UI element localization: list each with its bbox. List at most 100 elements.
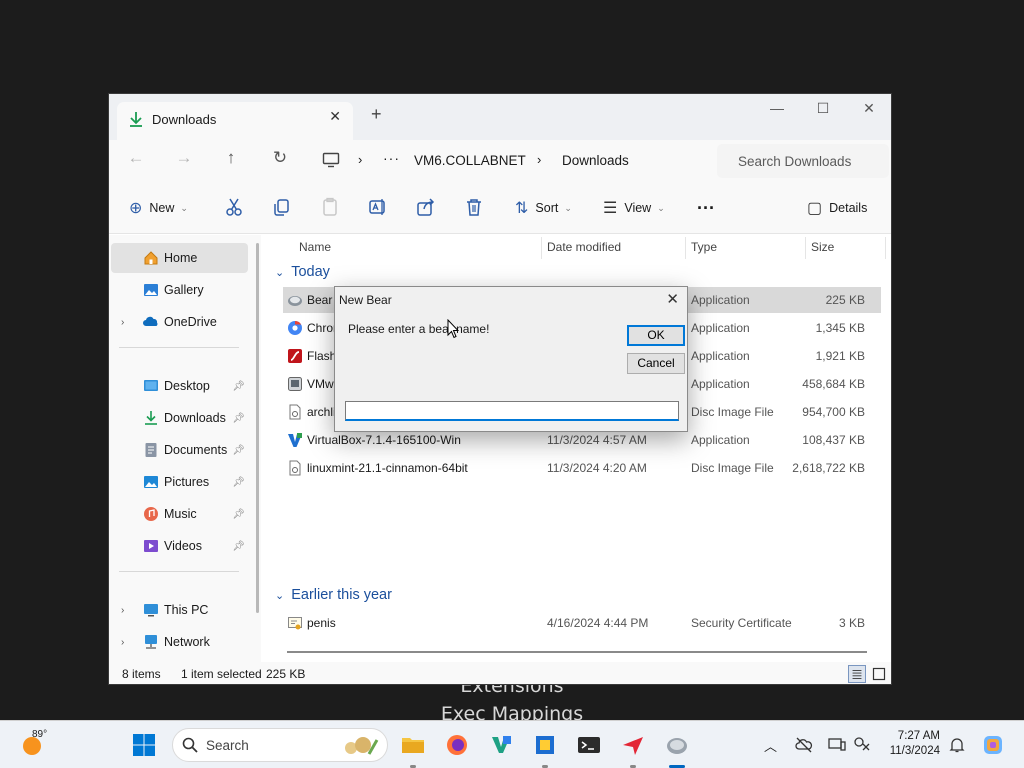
notification-bell-icon[interactable] <box>948 736 966 754</box>
tiles-view-icon[interactable] <box>870 665 888 683</box>
close-window-button[interactable]: ✕ <box>847 100 891 126</box>
copilot-icon[interactable] <box>982 734 1004 756</box>
display-icon[interactable] <box>828 736 846 754</box>
column-divider[interactable] <box>685 237 686 259</box>
sidebar-item-home[interactable]: Home <box>111 243 248 273</box>
terminal-icon[interactable] <box>577 733 601 757</box>
taskbar-search-box[interactable]: Search <box>172 728 388 762</box>
visual-studio-code-icon[interactable] <box>489 733 513 757</box>
sidebar-item-desktop[interactable]: Desktop 📌︎ <box>111 371 248 401</box>
file-type: Disc Image File <box>691 461 774 475</box>
sidebar-item-pictures[interactable]: Pictures 📌︎ <box>111 467 248 497</box>
sidebar-item-music[interactable]: Music 📌︎ <box>111 499 248 529</box>
sidebar-item-network[interactable]: › Network <box>111 627 248 657</box>
column-divider[interactable] <box>805 237 806 259</box>
computer-icon[interactable] <box>322 152 340 168</box>
chevron-right-icon[interactable]: › <box>121 605 124 616</box>
breadcrumb-vm6-collabnet[interactable]: VM6.COLLABNET <box>414 153 526 168</box>
sidebar-item-downloads[interactable]: Downloads 📌︎ <box>111 403 248 433</box>
more-options-button[interactable]: ··· <box>697 197 715 219</box>
certificate-icon <box>288 617 302 630</box>
group-header-today[interactable]: ⌄ Today <box>275 264 330 280</box>
file-row[interactable]: linuxmint-21.1-cinnamon-64bit 11/3/2024 4… <box>283 455 881 481</box>
windows-start-icon[interactable] <box>132 733 156 757</box>
sort-button[interactable]: ⇅ Sort ⌄ <box>515 197 572 219</box>
sidebar-label: Network <box>164 635 210 649</box>
back-arrow-icon[interactable]: ← <box>121 148 151 174</box>
plus-circle-icon: ⊕ <box>129 200 143 217</box>
bear-red-app-icon[interactable] <box>621 733 645 757</box>
file-explorer-taskbar-icon[interactable] <box>401 733 425 757</box>
file-size: 1,921 KB <box>815 349 865 363</box>
column-divider[interactable] <box>885 237 886 259</box>
clock[interactable]: 7:27 AM 11/3/2024 <box>880 729 940 759</box>
column-header-name[interactable]: Name <box>299 240 331 254</box>
breadcrumb-more-button[interactable]: ··· <box>383 150 400 166</box>
new-button[interactable]: ⊕ New ⌄ <box>129 197 188 219</box>
file-type: Application <box>691 293 750 307</box>
minimize-button[interactable]: — <box>755 100 799 126</box>
column-header-type[interactable]: Type <box>691 240 717 254</box>
paste-icon[interactable] <box>319 196 341 218</box>
details-view-icon[interactable] <box>848 665 866 683</box>
sidebar-item-documents[interactable]: Documents 📌︎ <box>111 435 248 465</box>
chevron-down-icon: ⌄ <box>275 589 285 602</box>
sidebar-item-gallery[interactable]: Gallery <box>111 275 248 305</box>
cut-icon[interactable] <box>223 196 245 218</box>
chevron-down-icon: ⌄ <box>180 202 188 213</box>
breadcrumb-downloads[interactable]: Downloads <box>562 153 629 168</box>
sidebar-item-videos[interactable]: Videos 📌︎ <box>111 531 248 561</box>
file-type: Security Certificate <box>691 616 792 630</box>
search-highlight-icon <box>345 737 379 755</box>
ok-button[interactable]: OK <box>627 325 685 346</box>
refresh-icon[interactable]: ↻ <box>265 148 295 174</box>
sidebar-item-onedrive[interactable]: › OneDrive <box>111 307 248 337</box>
group-header-earlier[interactable]: ⌄ Earlier this year <box>275 587 392 603</box>
bear-name-input[interactable] <box>345 401 679 421</box>
virtualbox-taskbar-icon[interactable] <box>533 733 557 757</box>
navigation-pane: Home Gallery › OneDrive Desktop 📌︎ Downl… <box>109 235 261 668</box>
rename-icon[interactable] <box>367 196 389 218</box>
onedrive-offline-icon[interactable] <box>795 736 813 754</box>
column-divider[interactable] <box>541 237 542 259</box>
forward-arrow-icon[interactable]: → <box>169 148 199 174</box>
chevron-down-icon: ⌄ <box>657 202 665 213</box>
chevron-up-icon[interactable]: ︿ <box>764 736 782 754</box>
maximize-button[interactable]: ☐ <box>801 100 845 126</box>
firefox-icon[interactable] <box>445 733 469 757</box>
file-type: Application <box>691 377 750 391</box>
file-date: 4/16/2024 4:44 PM <box>547 616 649 630</box>
file-size: 108,437 KB <box>802 433 865 447</box>
desktop-icon <box>144 380 158 391</box>
pin-icon: 📌︎ <box>232 508 245 520</box>
share-icon[interactable] <box>415 196 437 218</box>
column-header-date[interactable]: Date modified <box>547 240 621 254</box>
cancel-button[interactable]: Cancel <box>627 353 685 374</box>
network-icon <box>145 635 157 649</box>
column-header-size[interactable]: Size <box>811 240 834 254</box>
pin-icon: 📌︎ <box>232 380 245 392</box>
sidebar-scrollbar[interactable] <box>256 243 259 613</box>
chevron-right-icon[interactable]: › <box>121 637 124 648</box>
chevron-right-icon[interactable]: › <box>121 317 124 328</box>
home-icon <box>144 251 158 265</box>
sidebar-label: This PC <box>164 603 209 617</box>
mouse-cursor-icon <box>447 319 459 339</box>
file-name: archli <box>307 405 336 419</box>
bear-app-taskbar-icon[interactable] <box>665 733 689 757</box>
tab-close-button[interactable]: ✕ <box>329 108 341 125</box>
dialog-close-button[interactable]: ✕ <box>666 290 679 308</box>
horizontal-scrollbar[interactable] <box>287 651 867 653</box>
network-sound-icon[interactable] <box>853 736 871 754</box>
file-type: Application <box>691 321 750 335</box>
view-button[interactable]: ☰ View ⌄ <box>603 197 665 219</box>
delete-icon[interactable] <box>463 196 485 218</box>
details-pane-button[interactable]: ▢ Details <box>807 197 867 219</box>
sidebar-item-thispc[interactable]: › This PC <box>111 595 248 625</box>
up-arrow-icon[interactable]: ↑ <box>216 148 246 174</box>
copy-icon[interactable] <box>271 196 293 218</box>
new-tab-button[interactable]: + <box>371 104 382 125</box>
file-row[interactable]: penis 4/16/2024 4:44 PM Security Certifica… <box>283 610 881 636</box>
tab-downloads[interactable]: Downloads ✕ <box>117 102 353 140</box>
search-input[interactable]: Search Downloads <box>717 144 889 178</box>
